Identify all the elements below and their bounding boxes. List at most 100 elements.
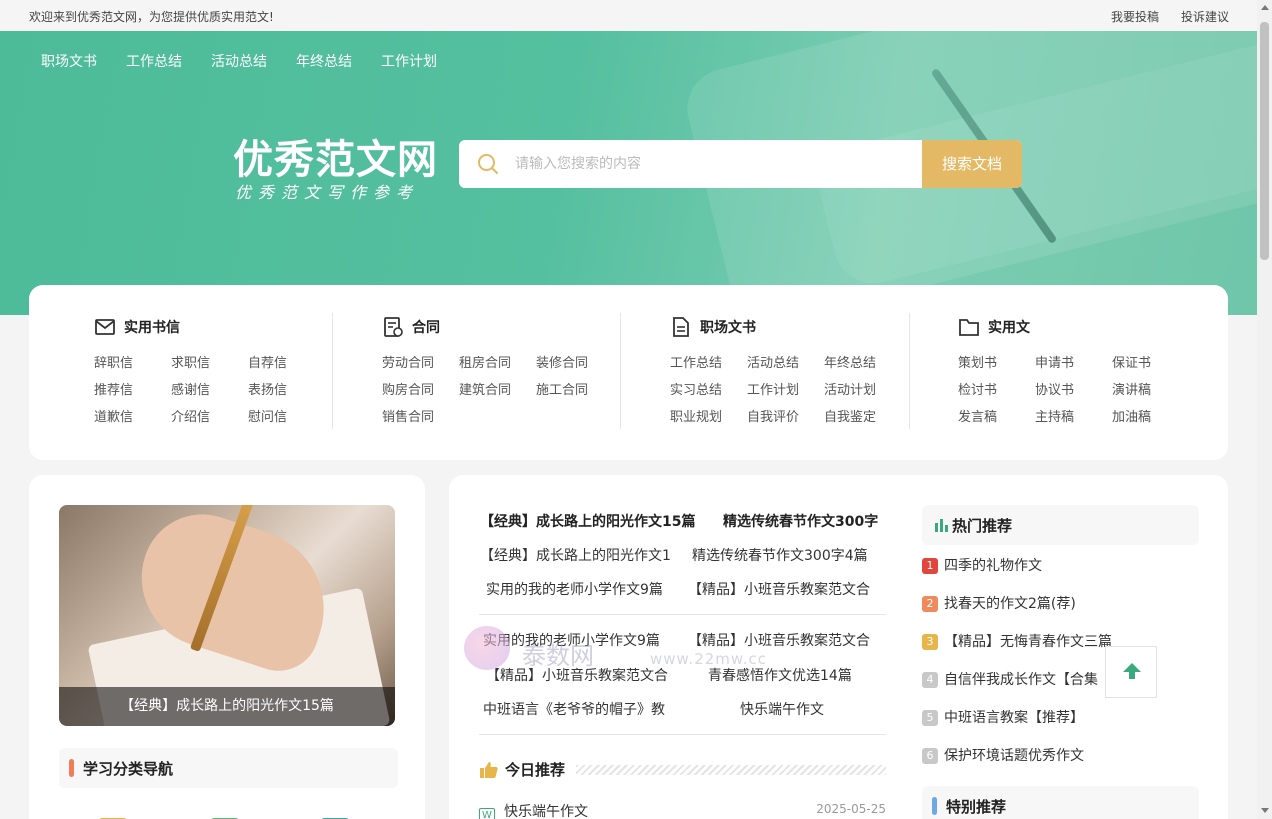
category-link[interactable]: 策划书 bbox=[958, 352, 1035, 371]
category-link[interactable]: 推荐信 bbox=[94, 379, 171, 398]
watermark: 泰数网 www.22mw.cc bbox=[460, 622, 820, 678]
category-link[interactable]: 活动总结 bbox=[747, 352, 824, 371]
scroll-down-arrow[interactable] bbox=[1261, 808, 1269, 813]
category-link[interactable]: 工作计划 bbox=[747, 379, 824, 398]
photo-caption[interactable]: 【经典】成长路上的阳光作文15篇 bbox=[59, 687, 395, 726]
category-link[interactable]: 自荐信 bbox=[248, 352, 325, 371]
category-link[interactable]: 职业规划 bbox=[670, 406, 747, 425]
scroll-thumb[interactable] bbox=[1260, 22, 1269, 260]
contract-icon bbox=[384, 317, 403, 337]
category-link[interactable]: 表扬信 bbox=[248, 379, 325, 398]
category-link[interactable]: 活动计划 bbox=[824, 379, 901, 398]
hot-item[interactable]: 3 【精品】无悔青春作文三篇 bbox=[922, 631, 1112, 651]
headline-link[interactable]: 中班语言《老爷爷的帽子》教 bbox=[483, 699, 665, 719]
category-link[interactable]: 自我鉴定 bbox=[824, 406, 901, 425]
today-item-date: 2025-05-25 bbox=[816, 802, 886, 816]
hot-item[interactable]: 1 四季的礼物作文 bbox=[922, 555, 1042, 575]
search-button[interactable]: 搜索文档 bbox=[922, 140, 1022, 188]
submit-article-link[interactable]: 我要投稿 bbox=[1111, 8, 1159, 25]
hot-item-title[interactable]: 找春天的作文2篇(荐) bbox=[944, 596, 1076, 612]
hot-item[interactable]: 6 保护环境话题优秀作文 bbox=[922, 745, 1084, 765]
search-icon bbox=[478, 154, 498, 174]
rank-badge: 5 bbox=[922, 710, 938, 726]
category-link[interactable]: 道歉信 bbox=[94, 406, 171, 425]
today-item[interactable]: W 快乐端午作文 2025-05-25 bbox=[479, 801, 886, 819]
category-link[interactable]: 演讲稿 bbox=[1112, 379, 1189, 398]
featured-photo[interactable]: 【经典】成长路上的阳光作文15篇 bbox=[59, 505, 395, 726]
today-item-title[interactable]: 快乐端午作文 bbox=[504, 804, 588, 819]
nav-item-work-plan[interactable]: 工作计划 bbox=[381, 51, 437, 71]
category-title[interactable]: 合同 bbox=[412, 317, 440, 337]
headline-link[interactable]: 实用的我的老师小学作文9篇 bbox=[486, 579, 663, 599]
category-link[interactable]: 检讨书 bbox=[958, 379, 1035, 398]
divider bbox=[332, 313, 333, 429]
category-link[interactable]: 辞职信 bbox=[94, 352, 171, 371]
headline-link[interactable]: 快乐端午作文 bbox=[740, 699, 824, 719]
mail-icon bbox=[95, 319, 115, 335]
hot-item-title[interactable]: 四季的礼物作文 bbox=[944, 558, 1042, 574]
headline-link[interactable]: 精选传统春节作文300字 bbox=[723, 511, 878, 531]
category-link[interactable]: 装修合同 bbox=[536, 352, 613, 371]
hot-item-title[interactable]: 中班语言教案【推荐】 bbox=[944, 710, 1084, 726]
nav-item-year-end-summary[interactable]: 年终总结 bbox=[296, 51, 352, 71]
category-link[interactable]: 施工合同 bbox=[536, 379, 613, 398]
search-box: 搜索文档 bbox=[459, 140, 1022, 188]
back-to-top-button[interactable] bbox=[1105, 646, 1157, 698]
hot-item-title[interactable]: 保护环境话题优秀作文 bbox=[944, 748, 1084, 764]
category-title[interactable]: 职场文书 bbox=[700, 317, 756, 337]
category-link[interactable]: 建筑合同 bbox=[459, 379, 536, 398]
page-scrollbar[interactable] bbox=[1257, 0, 1272, 819]
hot-item[interactable]: 5 中班语言教案【推荐】 bbox=[922, 707, 1084, 727]
complaint-link[interactable]: 投诉建议 bbox=[1181, 8, 1229, 25]
site-logo[interactable]: 优秀范文网 bbox=[233, 127, 438, 185]
category-link[interactable]: 发言稿 bbox=[958, 406, 1035, 425]
category-title[interactable]: 实用文 bbox=[988, 317, 1030, 337]
hot-item-title[interactable]: 【精品】无悔青春作文三篇 bbox=[944, 634, 1112, 650]
category-link[interactable]: 购房合同 bbox=[382, 379, 459, 398]
headline-link[interactable]: 【经典】成长路上的阳光作文1 bbox=[480, 545, 671, 565]
hot-item[interactable]: 4 自信伴我成长作文【合集 bbox=[922, 669, 1098, 689]
hot-title: 热门推荐 bbox=[952, 517, 1013, 535]
category-link[interactable]: 劳动合同 bbox=[382, 352, 459, 371]
search-input[interactable] bbox=[515, 140, 915, 188]
bar-chart-icon bbox=[935, 519, 948, 532]
divider bbox=[479, 614, 886, 615]
hero-banner: 职场文书 工作总结 活动总结 年终总结 工作计划 优秀范文网 优秀范文写作参考 … bbox=[0, 31, 1257, 315]
today-title: 今日推荐 bbox=[505, 761, 566, 779]
hot-item-title[interactable]: 自信伴我成长作文【合集 bbox=[944, 672, 1098, 688]
watermark-logo bbox=[464, 626, 510, 670]
category-link[interactable]: 实习总结 bbox=[670, 379, 747, 398]
today-header: 今日推荐 bbox=[479, 759, 565, 780]
category-link[interactable]: 销售合同 bbox=[382, 406, 459, 425]
welcome-text: 欢迎来到优秀范文网，为您提供优质实用范文! bbox=[29, 10, 274, 24]
category-link[interactable]: 年终总结 bbox=[824, 352, 901, 371]
category-title[interactable]: 实用书信 bbox=[124, 317, 180, 337]
nav-item-workplace-docs[interactable]: 职场文书 bbox=[41, 51, 97, 71]
headline-link[interactable]: 【经典】成长路上的阳光作文15篇 bbox=[480, 511, 695, 531]
nav-item-work-summary[interactable]: 工作总结 bbox=[126, 51, 182, 71]
divider bbox=[620, 313, 621, 429]
category-link[interactable]: 主持稿 bbox=[1035, 406, 1112, 425]
nav-item-activity-summary[interactable]: 活动总结 bbox=[211, 51, 267, 71]
divider bbox=[479, 734, 886, 735]
category-link[interactable]: 感谢信 bbox=[171, 379, 248, 398]
category-link[interactable]: 协议书 bbox=[1035, 379, 1112, 398]
category-link[interactable]: 保证书 bbox=[1112, 352, 1189, 371]
category-link[interactable]: 加油稿 bbox=[1112, 406, 1189, 425]
headline-link[interactable]: 精选传统春节作文300字4篇 bbox=[692, 545, 868, 565]
headline-link[interactable]: 【精品】小班音乐教案范文合 bbox=[688, 579, 870, 599]
category-link[interactable]: 自我评价 bbox=[747, 406, 824, 425]
category-link[interactable]: 求职信 bbox=[171, 352, 248, 371]
study-nav-title: 学习分类导航 bbox=[83, 760, 174, 778]
rank-badge: 1 bbox=[922, 558, 938, 574]
category-link[interactable]: 工作总结 bbox=[670, 352, 747, 371]
category-link[interactable]: 介绍信 bbox=[171, 406, 248, 425]
category-link[interactable]: 租房合同 bbox=[459, 352, 536, 371]
category-link[interactable]: 申请书 bbox=[1035, 352, 1112, 371]
word-doc-icon: W bbox=[479, 808, 495, 819]
scroll-up-arrow[interactable] bbox=[1261, 5, 1269, 10]
stripes-decoration bbox=[576, 765, 886, 775]
category-link[interactable]: 慰问信 bbox=[248, 406, 325, 425]
hot-item[interactable]: 2 找春天的作文2篇(荐) bbox=[922, 593, 1076, 613]
special-header: 特别推荐 bbox=[922, 786, 1199, 819]
